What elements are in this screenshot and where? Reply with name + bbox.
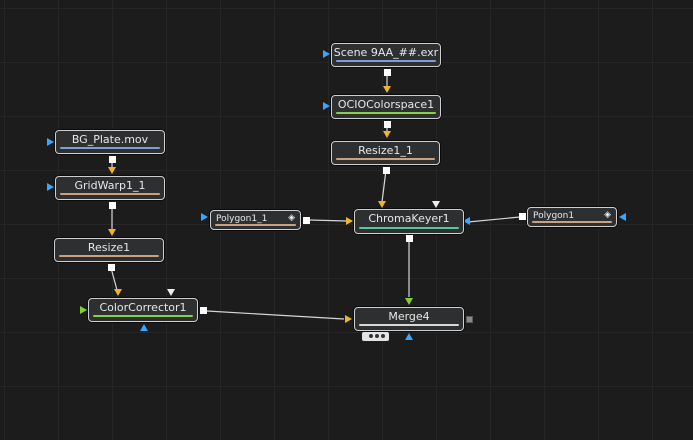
gridwarp-output-port[interactable] [109, 202, 116, 209]
node-color-bar [59, 255, 159, 257]
node-color-bar [359, 324, 459, 326]
chromakeyer-top-port[interactable] [432, 201, 440, 208]
ocio-input-port[interactable] [383, 86, 391, 93]
gridwarp-mask-port[interactable] [47, 183, 54, 191]
colorcorrector-left-port[interactable] [80, 306, 87, 314]
gridwarp-input-port[interactable] [108, 167, 116, 174]
merge-foreground-port[interactable] [405, 298, 413, 305]
resize1-input-port[interactable] [108, 229, 116, 236]
resize1_1-input-port[interactable] [383, 131, 391, 138]
bgplate-output-port[interactable] [109, 156, 116, 163]
node-bg-plate-loader[interactable]: BG_Plate.mov [55, 130, 165, 154]
chromakeyer-input-port[interactable] [346, 217, 353, 225]
node-color-bar [215, 224, 296, 226]
node-color-bar [336, 112, 436, 114]
merge-output-port[interactable] [466, 316, 473, 323]
scene-output-port[interactable] [384, 69, 391, 76]
bgplate-input-port[interactable] [47, 138, 54, 146]
chromakeyer-background-port[interactable] [378, 201, 386, 208]
colorcorrector-input-port[interactable] [114, 289, 122, 296]
wire-polygon1-to-chromakeyer [467, 216, 521, 223]
chromakeyer-mask-port[interactable] [463, 217, 470, 225]
node-label: BG_Plate.mov [71, 133, 149, 146]
polygon1-input-port[interactable] [619, 213, 626, 221]
node-chromakeyer1[interactable]: ChromaKeyer1 [354, 209, 464, 234]
merge-cache-indicator [362, 332, 389, 341]
colorcorrector-mask-port[interactable] [140, 324, 148, 331]
ocio-output-port[interactable] [384, 121, 391, 128]
ocio-mask-port[interactable] [323, 102, 330, 110]
scene-input-port[interactable] [323, 50, 330, 58]
node-color-bar [93, 315, 193, 317]
node-label: Resize1_1 [358, 144, 413, 157]
resize1-output-port[interactable] [108, 264, 115, 271]
node-label: ColorCorrector1 [99, 301, 187, 314]
node-color-bar [359, 227, 459, 229]
node-colorcorrector1[interactable]: ColorCorrector1 [88, 298, 198, 322]
polygon1-output-port[interactable] [519, 213, 526, 220]
node-gridwarp1_1[interactable]: GridWarp1_1 [55, 176, 165, 200]
colorcorrector-output-port[interactable] [200, 307, 207, 314]
polygon1_1-output-port[interactable] [303, 217, 310, 224]
node-merge4[interactable]: Merge4 [354, 307, 464, 331]
node-resize1[interactable]: Resize1 [54, 238, 164, 262]
node-label: Merge4 [388, 310, 430, 323]
node-polygon1[interactable]: Polygon1 ◈ [527, 207, 617, 227]
node-label: OCIOColorspace1 [337, 98, 435, 111]
node-color-bar [336, 158, 435, 160]
merge-background-port[interactable] [345, 315, 352, 323]
wire-polygon1_1-to-chromakeyer [309, 219, 347, 222]
node-resize1_1[interactable]: Resize1_1 [331, 141, 440, 165]
resize1_1-output-port[interactable] [383, 167, 390, 174]
node-color-bar [60, 193, 160, 195]
node-label: GridWarp1_1 [74, 179, 146, 192]
node-scene-loader[interactable]: Scene 9AA_##.exr [331, 43, 441, 67]
node-color-bar [60, 147, 160, 149]
half-diamond-icon[interactable]: ◈ [288, 213, 295, 223]
node-label: Scene 9AA_##.exr [333, 46, 439, 59]
node-color-bar [336, 60, 436, 62]
wire-resize1_1-to-chromakeyer [381, 169, 387, 203]
wire-resize1-to-colorcorrector [110, 267, 118, 291]
colorcorrector-top-port[interactable] [167, 289, 175, 296]
node-polygon1_1[interactable]: Polygon1_1 ◈ [210, 210, 301, 230]
wire-colorcorrector-to-merge [206, 310, 345, 320]
node-label: ChromaKeyer1 [368, 212, 450, 225]
node-color-bar [532, 221, 612, 223]
polygon1_1-input-port[interactable] [201, 213, 208, 221]
chromakeyer-output-port[interactable] [406, 235, 413, 242]
node-ocio-colorspace[interactable]: OCIOColorspace1 [331, 95, 441, 119]
node-flow-canvas[interactable]: Scene 9AA_##.exr OCIOColorspace1 Resize1… [0, 0, 693, 440]
merge-mask-port[interactable] [405, 333, 413, 340]
node-label: Resize1 [87, 241, 131, 254]
half-diamond-icon[interactable]: ◈ [604, 210, 611, 220]
